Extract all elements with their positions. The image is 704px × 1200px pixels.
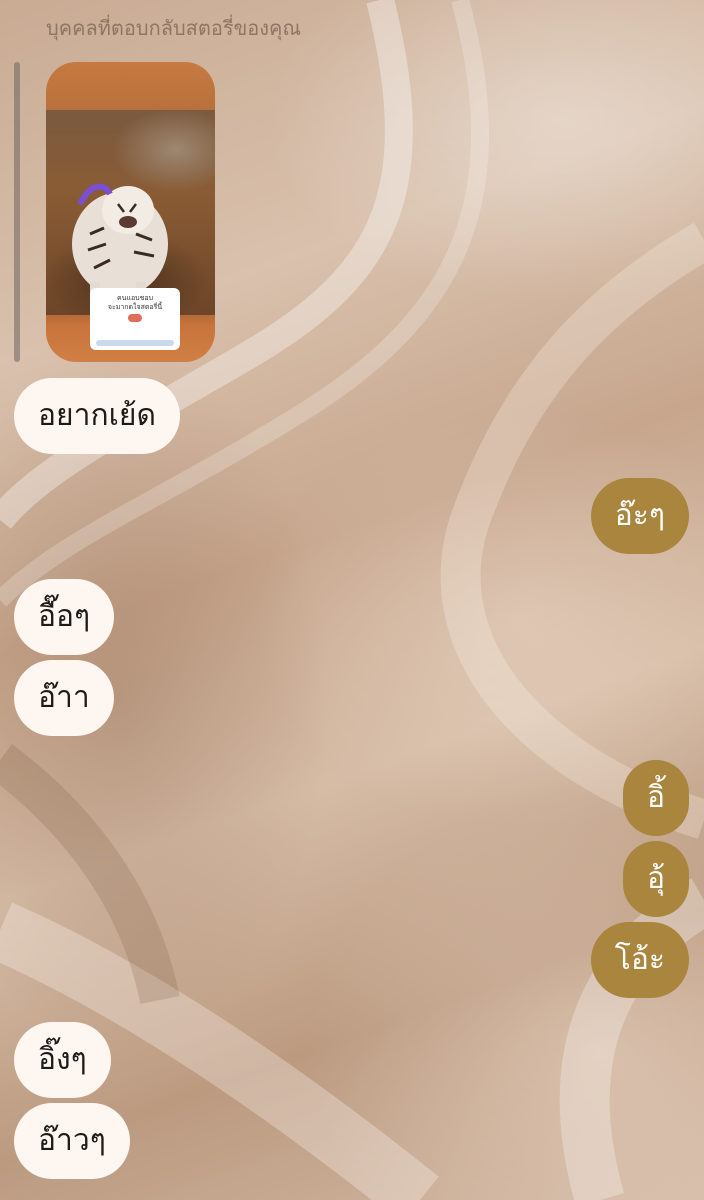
message-bubble-incoming[interactable]: อื๊อๆ [14, 579, 115, 655]
replies-header: บุคคลที่ตอบกลับสตอรี่ของคุณ [46, 16, 301, 40]
message-bubble-incoming[interactable]: อยากเย้ด [14, 378, 180, 454]
message-bubble-incoming[interactable]: อ๊าา [14, 660, 114, 736]
story-thumbnail[interactable]: คนแอบชอบ จะมากดใจสตอรี่นี้ [46, 62, 215, 362]
message-bubble-outgoing[interactable]: อุ้ [622, 841, 689, 917]
sticker-line-1: คนแอบชอบ [116, 294, 154, 302]
message-bubble-outgoing[interactable]: อ๊ะๆ [590, 478, 689, 554]
message-bubble-incoming[interactable]: อ๊าวๆ [14, 1103, 130, 1179]
tiger-image [72, 183, 168, 302]
story-sticker: คนแอบชอบ จะมากดใจสตอรี่นี้ [90, 288, 180, 350]
message-bubble-incoming[interactable]: อิ๊งๆ [14, 1022, 111, 1098]
sticker-footer [96, 340, 174, 346]
message-bubble-outgoing[interactable]: อิ้ [622, 760, 689, 836]
sticker-line-2: จะมากดใจสตอรี่นี้ [107, 303, 163, 311]
story-image: คนแอบชอบ จะมากดใจสตอรี่นี้ [46, 110, 215, 350]
scroll-indicator [14, 62, 20, 362]
message-bubble-outgoing[interactable]: โอ้ะ [590, 922, 689, 998]
heart-icon [128, 314, 142, 322]
